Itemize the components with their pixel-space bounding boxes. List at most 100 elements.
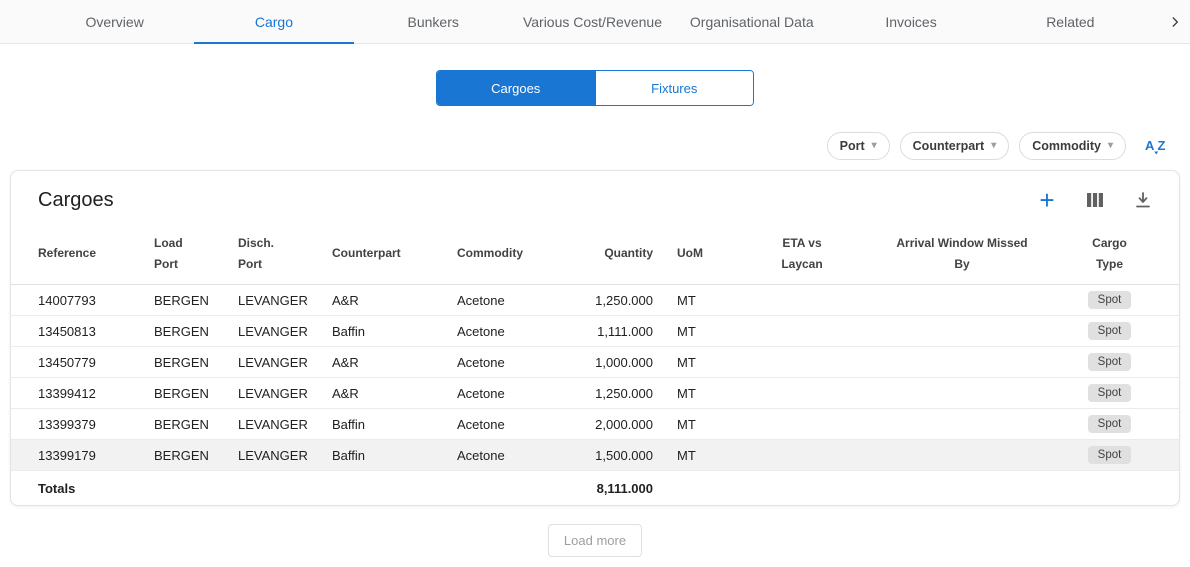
cell-uom: MT [677, 417, 747, 432]
filter-commodity[interactable]: Commodity ▾ [1019, 132, 1126, 160]
tab-various-cost-revenue[interactable]: Various Cost/Revenue [513, 0, 672, 43]
cell-load-port: BERGEN [154, 448, 238, 463]
cell-uom: MT [677, 386, 747, 401]
tab-overview[interactable]: Overview [35, 0, 194, 43]
table-row[interactable]: 13450813 BERGEN LEVANGER Baffin Acetone … [11, 316, 1179, 347]
tab-related[interactable]: Related [991, 0, 1150, 43]
columns-icon[interactable] [1083, 188, 1107, 212]
tab-label: Related [1046, 14, 1094, 30]
tab-label: Cargo [255, 14, 293, 30]
tab-label: Bunkers [408, 14, 459, 30]
column-header-counterpart: Counterpart [332, 243, 457, 263]
chevron-down-icon: ▾ [1108, 141, 1113, 151]
cell-load-port: BERGEN [154, 355, 238, 370]
tab-label: Various Cost/Revenue [523, 14, 662, 30]
cargo-type-badge: Spot [1088, 446, 1132, 464]
column-header-cargo-type: CargoType [1067, 233, 1152, 274]
cell-commodity: Acetone [457, 448, 577, 463]
cell-commodity: Acetone [457, 324, 577, 339]
cell-commodity: Acetone [457, 417, 577, 432]
cell-counterpart: Baffin [332, 417, 457, 432]
column-header-disch-port: Disch.Port [238, 233, 332, 274]
cell-commodity: Acetone [457, 293, 577, 308]
filter-bar: Port ▾ Counterpart ▾ Commodity ▾ A Z [22, 132, 1168, 160]
cell-load-port: BERGEN [154, 386, 238, 401]
load-more-container: Load more [0, 524, 1190, 557]
table-row[interactable]: 13399379 BERGEN LEVANGER Baffin Acetone … [11, 409, 1179, 440]
cell-counterpart: Baffin [332, 324, 457, 339]
cell-disch-port: LEVANGER [238, 417, 332, 432]
column-header-quantity: Quantity [577, 243, 677, 263]
card-actions: + [1035, 188, 1155, 212]
cell-load-port: BERGEN [154, 324, 238, 339]
chevron-right-icon[interactable] [1168, 0, 1182, 43]
cell-cargo-type: Spot [1067, 291, 1152, 309]
cell-cargo-type: Spot [1067, 353, 1152, 371]
cell-cargo-type: Spot [1067, 415, 1152, 433]
cell-commodity: Acetone [457, 355, 577, 370]
load-more-button[interactable]: Load more [548, 524, 642, 557]
toggle-fixtures-button[interactable]: Fixtures [595, 71, 754, 105]
cell-reference: 13450779 [38, 355, 154, 370]
cell-load-port: BERGEN [154, 293, 238, 308]
table-row[interactable]: 14007793 BERGEN LEVANGER A&R Acetone 1,2… [11, 285, 1179, 316]
cell-disch-port: LEVANGER [238, 324, 332, 339]
table-row[interactable]: 13450779 BERGEN LEVANGER A&R Acetone 1,0… [11, 347, 1179, 378]
tab-cargo[interactable]: Cargo [194, 0, 353, 43]
cell-quantity: 1,000.000 [577, 355, 677, 370]
download-icon[interactable] [1131, 188, 1155, 212]
tab-label: Overview [85, 14, 143, 30]
column-header-reference: Reference [38, 243, 154, 263]
toggle-cargoes-button[interactable]: Cargoes [437, 71, 595, 105]
column-header-load-port: LoadPort [154, 233, 238, 274]
cargo-type-badge: Spot [1088, 291, 1132, 309]
column-header-eta-vs-laycan: ETA vsLaycan [747, 233, 857, 274]
filter-counterpart[interactable]: Counterpart ▾ [900, 132, 1010, 160]
cargo-type-badge: Spot [1088, 415, 1132, 433]
totals-label: Totals [38, 481, 154, 496]
cell-reference: 13399179 [38, 448, 154, 463]
cell-uom: MT [677, 293, 747, 308]
cell-reference: 13450813 [38, 324, 154, 339]
tab-bunkers[interactable]: Bunkers [354, 0, 513, 43]
filter-label: Commodity [1032, 139, 1101, 153]
tab-label: Organisational Data [690, 14, 814, 30]
cell-reference: 13399412 [38, 386, 154, 401]
card-header: Cargoes + [11, 171, 1179, 223]
cell-reference: 13399379 [38, 417, 154, 432]
cell-cargo-type: Spot [1067, 322, 1152, 340]
filter-port[interactable]: Port ▾ [827, 132, 890, 160]
tab-organisational-data[interactable]: Organisational Data [672, 0, 831, 43]
table-row[interactable]: 13399179 BERGEN LEVANGER Baffin Acetone … [11, 440, 1179, 471]
tab-invoices[interactable]: Invoices [831, 0, 990, 43]
cargoes-card: Cargoes + Reference LoadPort Disch.Port [10, 170, 1180, 506]
cell-uom: MT [677, 324, 747, 339]
cell-disch-port: LEVANGER [238, 355, 332, 370]
view-toggle-group: Cargoes Fixtures [436, 70, 754, 106]
chevron-down-icon: ▾ [991, 141, 996, 151]
table-row[interactable]: 13399412 BERGEN LEVANGER A&R Acetone 1,2… [11, 378, 1179, 409]
cell-counterpart: Baffin [332, 448, 457, 463]
cell-counterpart: A&R [332, 293, 457, 308]
cell-quantity: 1,500.000 [577, 448, 677, 463]
svg-text:A: A [1145, 138, 1155, 153]
cell-quantity: 2,000.000 [577, 417, 677, 432]
cell-uom: MT [677, 355, 747, 370]
cell-commodity: Acetone [457, 386, 577, 401]
cell-counterpart: A&R [332, 386, 457, 401]
chevron-down-icon: ▾ [872, 141, 877, 151]
svg-text:Z: Z [1158, 138, 1166, 153]
filter-label: Counterpart [913, 139, 985, 153]
add-cargo-icon[interactable]: + [1035, 188, 1059, 212]
cell-disch-port: LEVANGER [238, 293, 332, 308]
cargo-type-badge: Spot [1088, 322, 1132, 340]
sort-alphabetical-icon[interactable]: A Z [1144, 136, 1168, 156]
cell-disch-port: LEVANGER [238, 386, 332, 401]
cargo-type-badge: Spot [1088, 384, 1132, 402]
totals-quantity: 8,111.000 [577, 481, 677, 496]
cell-counterpart: A&R [332, 355, 457, 370]
column-header-uom: UoM [677, 243, 747, 263]
card-title: Cargoes [38, 189, 114, 212]
cell-quantity: 1,250.000 [577, 293, 677, 308]
cargo-type-badge: Spot [1088, 353, 1132, 371]
